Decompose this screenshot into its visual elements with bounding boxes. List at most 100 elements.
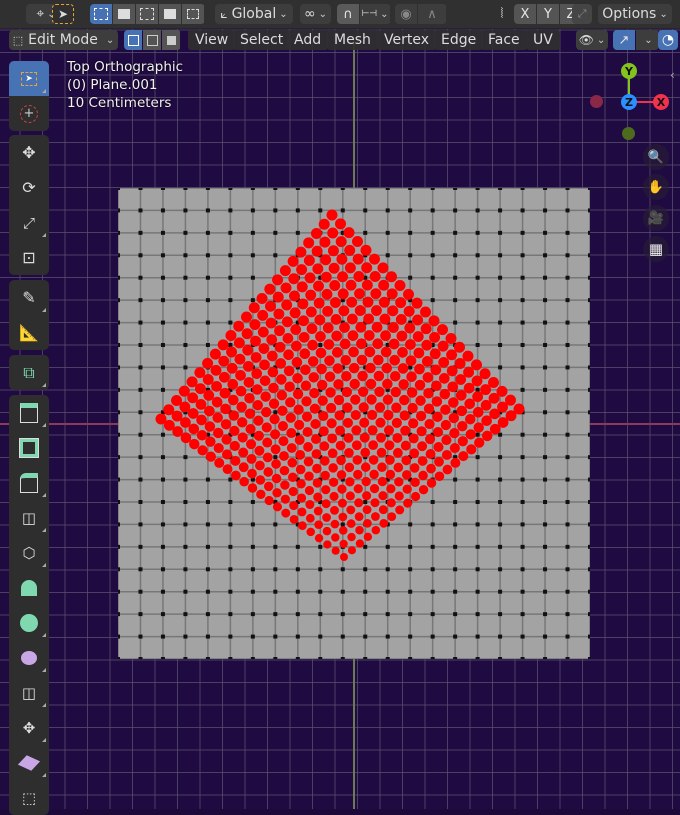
proportional-edit-icon[interactable]: ◉ <box>395 4 417 24</box>
mesh-vertex <box>340 208 345 213</box>
selected-vertex <box>332 363 344 374</box>
tool-measure[interactable]: 📐 <box>9 315 49 350</box>
overlays-toggle[interactable]: ◔ <box>658 30 678 50</box>
tool-shrink-fatten[interactable]: ✥ <box>9 710 49 745</box>
mode-dropdown[interactable]: ⬚ Edit Mode ⌄ <box>9 30 118 50</box>
gizmo-neg-y-axis[interactable] <box>622 127 635 140</box>
selected-vertex <box>241 311 252 323</box>
selected-vertex <box>285 397 296 408</box>
selected-vertex <box>418 470 428 481</box>
mirror-y-toggle[interactable]: Y <box>537 4 559 24</box>
selected-vertex <box>306 323 318 335</box>
selected-vertex <box>350 410 361 421</box>
mesh-vertex <box>565 544 570 549</box>
mesh-vertex <box>138 208 143 213</box>
tool-shear[interactable] <box>9 745 49 780</box>
tool-add-cube[interactable]: ⧉ <box>9 355 49 390</box>
camera-view-button[interactable]: 🎥 <box>643 205 669 231</box>
3d-viewport[interactable] <box>0 0 680 809</box>
select-intersect-icon[interactable] <box>182 4 204 24</box>
menu-mesh[interactable]: Mesh <box>327 30 378 50</box>
mesh-vertex <box>565 477 570 482</box>
tool-annotate[interactable]: ✎ <box>9 280 49 315</box>
selected-vertex <box>335 218 346 230</box>
mesh-vertex <box>565 500 570 504</box>
transform-orientation-dropdown[interactable]: ⟀ Global ⌄ <box>215 4 293 24</box>
sidebar-toggle-icon[interactable]: ‹ <box>670 68 675 82</box>
menu-face[interactable]: Face <box>481 30 527 50</box>
gizmo-neg-x-axis[interactable] <box>590 95 603 108</box>
mesh-vertex <box>385 230 390 235</box>
pan-view-button[interactable]: ✋ <box>643 174 669 200</box>
selected-vertex <box>265 317 277 329</box>
tool-scale[interactable]: ⤢ <box>9 205 49 240</box>
mesh-vertex <box>565 320 570 325</box>
pivot-point-dropdown[interactable]: ∞ ⌄ <box>300 4 331 24</box>
gizmo-x-axis[interactable]: X <box>653 94 669 110</box>
tool-rip-region[interactable]: ⬚ <box>9 780 49 815</box>
gizmo-z-axis[interactable]: Z <box>621 94 637 110</box>
gizmo-y-axis[interactable]: Y <box>621 63 637 79</box>
selected-vertex <box>222 464 233 475</box>
menu-vertex[interactable]: Vertex <box>377 30 437 50</box>
select-new-icon[interactable] <box>90 4 112 24</box>
menu-select-label: Select <box>240 32 284 48</box>
tool-transform[interactable]: ⊡ <box>9 240 49 275</box>
selected-vertex <box>378 505 388 515</box>
mesh-vertex <box>430 567 435 572</box>
select-extend-icon[interactable] <box>113 4 135 24</box>
selected-vertex <box>272 274 284 286</box>
snap-increment-dropdown[interactable]: ⊢⊣ ⌄ <box>360 4 390 24</box>
tool-knife[interactable]: ⬡ <box>9 535 49 570</box>
mesh-vertex <box>565 298 570 303</box>
tool-loop-cut[interactable]: ◫ <box>9 500 49 535</box>
selected-vertex <box>313 280 324 292</box>
visibility-dropdown[interactable]: 👁 ⌄ <box>576 30 608 50</box>
select-tool-button[interactable]: ➤ <box>52 4 74 24</box>
menu-view[interactable]: View <box>188 30 236 50</box>
selected-vertex <box>406 387 418 398</box>
gizmo-dropdown[interactable]: ⌄ <box>636 30 658 50</box>
selected-vertex <box>454 358 466 369</box>
menu-select[interactable]: Select <box>233 30 291 50</box>
tool-move[interactable]: ✥ <box>9 135 49 170</box>
tool-poly-build[interactable] <box>9 570 49 605</box>
toolbar-add-group: ⧉ <box>9 355 49 390</box>
mesh-vertex <box>318 544 323 549</box>
select-invert-icon[interactable] <box>159 4 181 24</box>
gizmo-toggle-icon[interactable]: ↗ <box>613 30 635 50</box>
mirror-x-toggle[interactable]: X <box>514 4 536 24</box>
falloff-dropdown[interactable]: ∧ <box>418 4 446 24</box>
tool-spin[interactable] <box>9 605 49 640</box>
selected-vertex <box>293 404 304 415</box>
menu-edge[interactable]: Edge <box>434 30 484 50</box>
mesh-vertex <box>385 188 390 190</box>
tool-extrude-region[interactable] <box>9 395 49 430</box>
selected-vertex <box>356 354 368 366</box>
face-select-icon[interactable] <box>162 30 180 50</box>
snap-magnet-icon[interactable]: ∩ <box>337 4 359 24</box>
zoom-view-button[interactable]: 🔍 <box>643 144 669 170</box>
mesh-vertex <box>475 522 480 527</box>
ortho-toggle-button[interactable]: ▦ <box>643 236 669 262</box>
tool-cursor[interactable]: + <box>9 96 49 131</box>
vertex-select-icon[interactable] <box>124 30 142 50</box>
selected-vertex <box>233 337 245 349</box>
menu-uv[interactable]: UV <box>526 30 560 50</box>
mesh-vertex <box>228 343 233 347</box>
selected-vertex <box>309 403 320 414</box>
tool-select-box[interactable]: ➤ <box>9 61 49 96</box>
mesh-vertex <box>138 589 143 594</box>
tool-smooth[interactable] <box>9 640 49 675</box>
tool-bevel[interactable] <box>9 465 49 500</box>
options-dropdown[interactable]: Options ⌄ <box>598 4 672 24</box>
topology-mirror-button[interactable]: ⤢ <box>572 4 592 24</box>
edge-select-icon[interactable] <box>143 30 161 50</box>
tool-rotate[interactable]: ⟳ <box>9 170 49 205</box>
tool-edge-slide[interactable]: ◫ <box>9 675 49 710</box>
menu-add[interactable]: Add <box>287 30 329 50</box>
select-subtract-icon[interactable] <box>136 4 158 24</box>
selected-vertex <box>341 371 352 382</box>
tool-inset-faces[interactable] <box>9 430 49 465</box>
plane-mesh[interactable] <box>118 188 590 659</box>
